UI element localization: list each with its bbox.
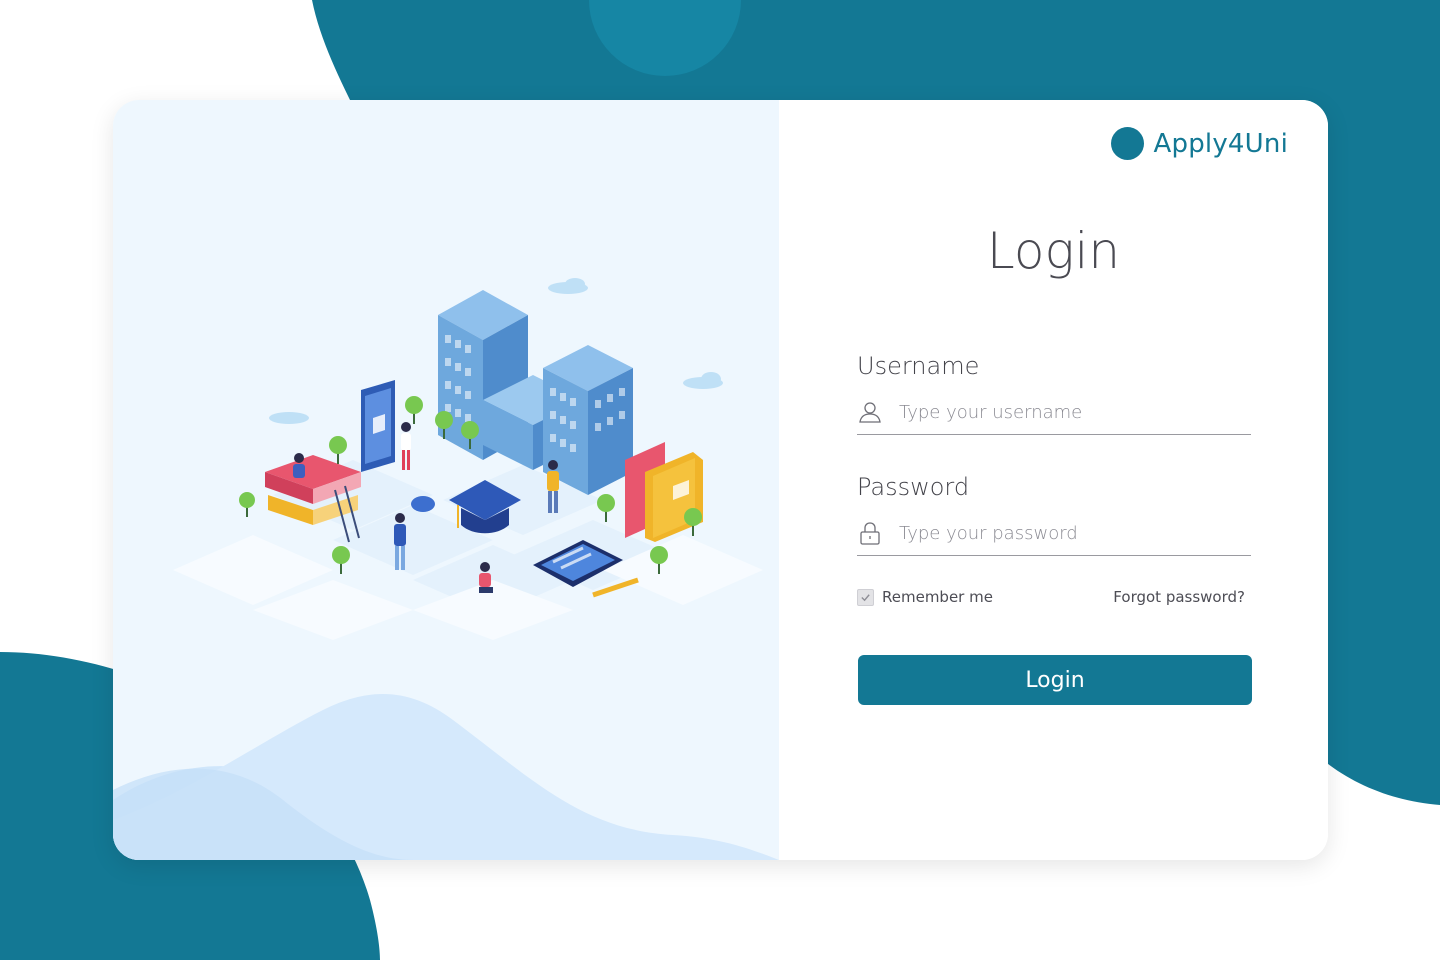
login-options: Remember me Forgot password? [857, 588, 1245, 606]
remember-me-checkbox[interactable] [857, 588, 874, 606]
page-title: Login [986, 222, 1121, 280]
remember-me[interactable]: Remember me [857, 588, 993, 606]
password-input[interactable] [899, 522, 1239, 544]
check-icon [861, 593, 870, 601]
remember-me-label: Remember me [882, 588, 993, 606]
brand[interactable]: Apply4Uni [1110, 127, 1288, 160]
user-icon [857, 399, 883, 425]
username-label: Username [857, 352, 980, 380]
login-card: Apply4Uni Login Username Password [113, 100, 1328, 860]
forgot-password-link[interactable]: Forgot password? [1113, 588, 1245, 606]
illustration-panel [113, 100, 779, 860]
lock-icon [857, 520, 883, 546]
username-input[interactable] [899, 401, 1239, 423]
username-field[interactable] [857, 390, 1251, 435]
login-button[interactable]: Login [858, 655, 1252, 705]
login-form-panel: Apply4Uni Login Username Password [779, 100, 1328, 860]
password-field[interactable] [857, 511, 1251, 556]
campus-illustration [113, 278, 779, 860]
logo-icon [1110, 127, 1144, 160]
password-label: Password [857, 473, 970, 501]
brand-name: Apply4Uni [1153, 128, 1288, 159]
login-page: Apply4Uni Login Username Password [0, 0, 1440, 960]
